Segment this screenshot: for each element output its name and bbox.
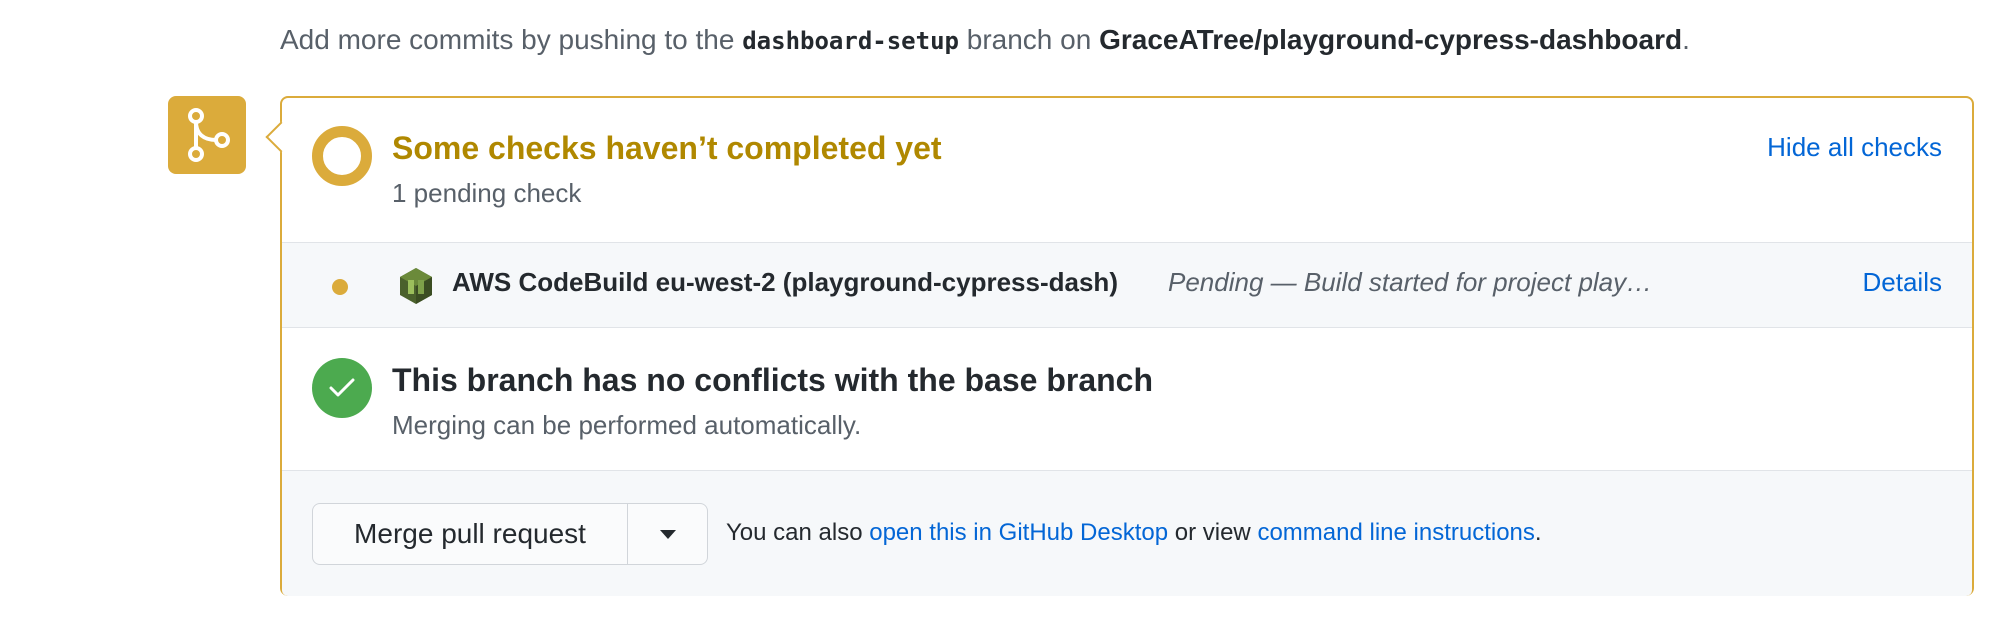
caret-down-icon [659, 529, 676, 539]
merge-box: Some checks haven’t completed yet 1 pend… [265, 96, 1974, 596]
repo-name: GraceATree/playground-cypress-dashboard [1099, 24, 1683, 55]
hide-all-checks-link[interactable]: Hide all checks [1767, 132, 1942, 163]
pending-status-icon [312, 126, 372, 186]
pending-dot-icon [332, 279, 348, 295]
alternative-options: You can also open this in GitHub Desktop… [726, 519, 1542, 547]
checks-title: Some checks haven’t completed yet [392, 130, 942, 166]
also-suffix: . [1534, 519, 1542, 546]
conflicts-title: This branch has no conflicts with the ba… [392, 362, 1154, 398]
merge-options-dropdown[interactable] [627, 504, 707, 564]
check-name: AWS CodeBuild eu-west-2 (playground-cypr… [452, 267, 1118, 297]
check-details-link[interactable]: Details [1863, 267, 1942, 298]
git-merge-icon [168, 96, 246, 174]
merge-pull-request-button[interactable]: Merge pull request [313, 504, 627, 564]
hint-prefix: Add more commits by pushing to the [280, 24, 735, 55]
branch-name: dashboard-setup [742, 27, 959, 55]
merge-page: Add more commits by pushing to the dashb… [0, 0, 1998, 624]
check-description: Pending — Build started for project play… [1168, 267, 1653, 297]
check-row: AWS CodeBuild eu-west-2 (playground-cypr… [282, 242, 1972, 328]
command-line-link[interactable]: command line instructions [1257, 519, 1534, 546]
conflicts-section: This branch has no conflicts with the ba… [282, 328, 1972, 470]
git-merge-icon-glyph [188, 108, 230, 162]
also-prefix: You can also [726, 519, 863, 546]
github-desktop-link[interactable]: open this in GitHub Desktop [869, 519, 1168, 546]
or-view-text: or view [1174, 519, 1251, 546]
push-hint: Add more commits by pushing to the dashb… [280, 24, 1690, 56]
checks-summary: Some checks haven’t completed yet 1 pend… [282, 98, 1972, 242]
hint-middle: branch on [966, 24, 1092, 55]
merge-button-group: Merge pull request [312, 503, 708, 565]
aws-codebuild-icon [398, 266, 434, 311]
checks-subtitle: 1 pending check [392, 178, 582, 208]
check-circle-icon [312, 358, 372, 418]
hint-suffix: . [1682, 24, 1690, 55]
merge-actions: Merge pull request You can also open thi… [282, 470, 1972, 596]
conflicts-subtitle: Merging can be performed automatically. [392, 410, 862, 440]
